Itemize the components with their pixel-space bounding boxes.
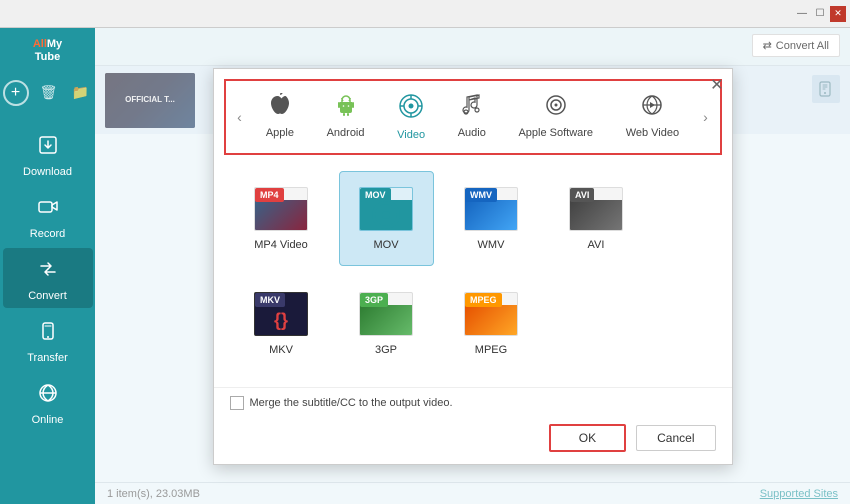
sidebar-item-download[interactable]: Download bbox=[3, 124, 93, 184]
add-button[interactable]: + bbox=[3, 80, 29, 106]
sidebar-transfer-label: Transfer bbox=[27, 352, 68, 364]
avi-badge: AVI bbox=[570, 188, 594, 202]
3gp-badge: 3GP bbox=[360, 293, 388, 307]
title-bar: — ☐ ✕ bbox=[0, 0, 850, 28]
sidebar-item-transfer[interactable]: Transfer bbox=[3, 310, 93, 370]
category-tab-video[interactable]: Video bbox=[387, 89, 435, 145]
apple-software-tab-label: Apple Software bbox=[518, 127, 593, 139]
sidebar-record-label: Record bbox=[30, 228, 65, 240]
apple-icon bbox=[269, 93, 291, 123]
format-item-mov[interactable]: MOV MOV bbox=[339, 171, 434, 266]
mp4-format-icon: MP4 bbox=[254, 185, 308, 233]
category-tab-apple-software[interactable]: Apple Software bbox=[508, 89, 603, 145]
format-item-mkv[interactable]: MKV {} MKV bbox=[234, 276, 329, 371]
format-item-3gp[interactable]: 3GP 3GP bbox=[339, 276, 434, 371]
mov-badge: MOV bbox=[360, 188, 391, 202]
apple-tab-label: Apple bbox=[266, 127, 294, 139]
maximize-icon[interactable]: ☐ bbox=[812, 6, 828, 22]
category-prev-arrow[interactable]: ‹ bbox=[230, 87, 250, 147]
mov-format-icon: MOV bbox=[359, 185, 413, 233]
wmv-badge: WMV bbox=[465, 188, 497, 202]
android-icon bbox=[335, 93, 357, 123]
content-area: ⇄ Convert All OFFICIAL T... bbox=[95, 28, 850, 504]
folder-button[interactable]: 📁 bbox=[69, 80, 93, 104]
sidebar-download-label: Download bbox=[23, 166, 72, 178]
mkv-format-icon: MKV {} bbox=[254, 290, 308, 338]
web-video-tab-label: Web Video bbox=[626, 127, 679, 139]
download-icon bbox=[37, 134, 59, 162]
wmv-format-icon: WMV bbox=[464, 185, 518, 233]
sidebar-convert-label: Convert bbox=[28, 290, 67, 302]
format-item-mpeg[interactable]: MPEG MPEG bbox=[444, 276, 539, 371]
sidebar-item-online[interactable]: Online bbox=[3, 372, 93, 432]
category-tab-audio[interactable]: Audio bbox=[448, 89, 496, 145]
mov-label: MOV bbox=[373, 239, 398, 251]
format-item-mp4[interactable]: MP4 MP4 Video bbox=[234, 171, 329, 266]
convert-icon bbox=[37, 258, 59, 286]
audio-icon bbox=[461, 93, 483, 123]
transfer-icon bbox=[37, 320, 59, 348]
merge-checkbox[interactable] bbox=[230, 396, 244, 410]
mkv-badge: MKV bbox=[255, 293, 285, 307]
mpeg-badge: MPEG bbox=[465, 293, 502, 307]
category-next-arrow[interactable]: › bbox=[696, 87, 716, 147]
delete-button[interactable]: 🗑 bbox=[37, 80, 61, 104]
format-modal: ✕ ‹ Apple bbox=[213, 68, 733, 465]
ok-button[interactable]: OK bbox=[549, 424, 626, 452]
avi-format-icon: AVI bbox=[569, 185, 623, 233]
merge-label: Merge the subtitle/CC to the output vide… bbox=[250, 397, 453, 409]
app-logo: AllMyTube bbox=[33, 38, 62, 64]
modal-button-row: OK Cancel bbox=[214, 418, 732, 464]
modal-close-button[interactable]: ✕ bbox=[710, 75, 723, 95]
minimize-icon[interactable]: — bbox=[794, 6, 810, 22]
3gp-label: 3GP bbox=[375, 344, 397, 356]
window-controls: — ☐ ✕ bbox=[794, 6, 846, 22]
category-tab-web-video[interactable]: Web Video bbox=[616, 89, 689, 145]
merge-row: Merge the subtitle/CC to the output vide… bbox=[214, 387, 732, 418]
mpeg-label: MPEG bbox=[475, 344, 507, 356]
format-item-wmv[interactable]: WMV WMV bbox=[444, 171, 539, 266]
mkv-logo: {} bbox=[274, 310, 288, 331]
video-tab-label: Video bbox=[397, 129, 425, 141]
cancel-button[interactable]: Cancel bbox=[636, 425, 715, 451]
sidebar-item-record[interactable]: Record bbox=[3, 186, 93, 246]
quicktime-wheel bbox=[372, 201, 400, 229]
format-grid: MP4 MP4 Video MOV bbox=[214, 155, 732, 387]
mp4-badge: MP4 bbox=[255, 188, 284, 202]
mpeg-format-icon: MPEG bbox=[464, 290, 518, 338]
3gp-format-icon: 3GP bbox=[359, 290, 413, 338]
mp4-label: MP4 Video bbox=[254, 239, 308, 251]
video-tab-icon bbox=[398, 93, 424, 125]
web-video-icon bbox=[640, 93, 664, 123]
category-tabs: ‹ Apple bbox=[224, 79, 722, 155]
close-icon[interactable]: ✕ bbox=[830, 6, 846, 22]
sidebar-item-convert[interactable]: Convert bbox=[3, 248, 93, 308]
category-tabs-inner: Apple bbox=[250, 89, 696, 145]
apple-software-icon bbox=[544, 93, 568, 123]
main-layout: AllMyTube + 🗑 📁 Download Re bbox=[0, 28, 850, 504]
avi-label: AVI bbox=[588, 239, 605, 251]
format-item-avi[interactable]: AVI AVI bbox=[549, 171, 644, 266]
category-tab-apple[interactable]: Apple bbox=[256, 89, 304, 145]
record-icon bbox=[37, 196, 59, 224]
sidebar: AllMyTube + 🗑 📁 Download Re bbox=[0, 28, 95, 504]
category-tab-android[interactable]: Android bbox=[317, 89, 375, 145]
android-tab-label: Android bbox=[327, 127, 365, 139]
wmv-label: WMV bbox=[478, 239, 505, 251]
audio-tab-label: Audio bbox=[458, 127, 486, 139]
sidebar-online-label: Online bbox=[32, 414, 64, 426]
modal-overlay: ✕ ‹ Apple bbox=[95, 28, 850, 504]
mkv-label: MKV bbox=[269, 344, 293, 356]
online-icon bbox=[37, 382, 59, 410]
